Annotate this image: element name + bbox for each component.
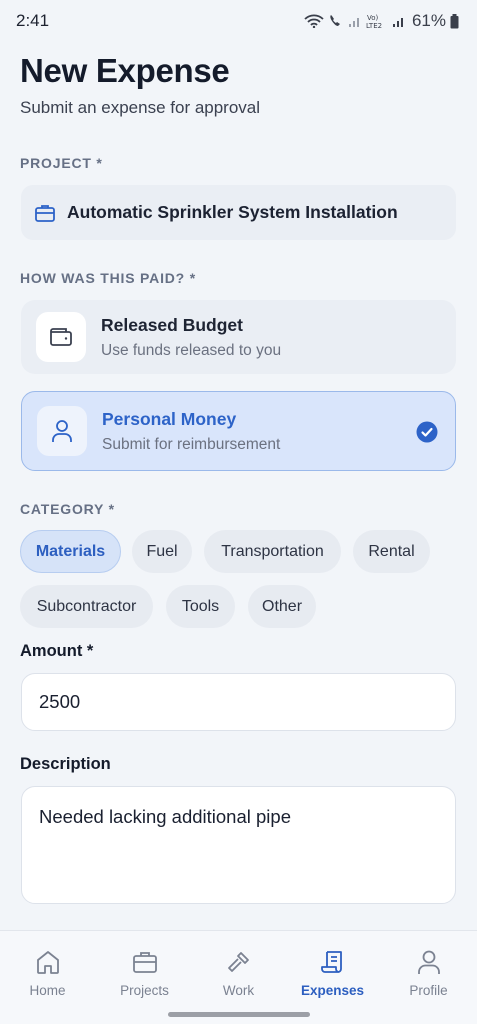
nav-item-expenses[interactable]: Expenses — [285, 949, 380, 998]
svg-text:LTE2: LTE2 — [366, 22, 382, 29]
receipt-icon — [320, 951, 342, 973]
nav-item-profile[interactable]: Profile — [381, 949, 476, 998]
category-chip-other[interactable]: Other — [248, 585, 316, 628]
amount-label: Amount * — [20, 642, 94, 660]
project-selector[interactable]: Automatic Sprinkler System Installation — [21, 185, 456, 240]
payment-option-released-budget[interactable]: Released Budget Use funds released to yo… — [21, 300, 456, 374]
amount-input[interactable]: 2500 — [21, 673, 456, 731]
nav-label: Profile — [409, 983, 448, 998]
payment-option-description: Submit for reimbursement — [102, 435, 281, 453]
page-subtitle: Submit an expense for approval — [20, 98, 261, 117]
payment-option-text: Released Budget Use funds released to yo… — [101, 315, 281, 360]
call-icon — [330, 15, 340, 26]
nav-item-home[interactable]: Home — [0, 949, 95, 998]
check-circle-icon — [416, 421, 438, 443]
project-name: Automatic Sprinkler System Installation — [67, 202, 398, 222]
page-header: New Expense Submit an expense for approv… — [20, 52, 260, 118]
hammer-icon — [227, 952, 249, 972]
payment-option-title: Personal Money — [102, 408, 237, 429]
signal-icon — [348, 18, 359, 27]
nav-item-work[interactable]: Work — [191, 949, 286, 998]
description-label: Description — [20, 755, 111, 773]
briefcase-icon — [132, 952, 157, 973]
battery-level: 61% — [411, 11, 446, 30]
payment-option-title: Released Budget — [101, 314, 243, 335]
description-input[interactable]: Needed lacking additional pipe — [21, 786, 456, 904]
wallet-icon-box — [36, 312, 86, 362]
home-indicator[interactable] — [168, 1012, 310, 1017]
nav-item-projects[interactable]: Projects — [97, 949, 192, 998]
nav-label: Expenses — [300, 983, 365, 998]
category-chip-transportation[interactable]: Transportation — [204, 530, 341, 573]
nav-label: Work — [222, 983, 255, 998]
category-chip-tools[interactable]: Tools — [166, 585, 235, 628]
briefcase-icon — [35, 204, 55, 222]
wallet-icon — [50, 328, 72, 346]
user-icon-box — [37, 406, 87, 456]
payment-option-text: Personal Money Submit for reimbursement — [102, 409, 280, 454]
wifi-icon — [304, 14, 324, 28]
category-chip-fuel[interactable]: Fuel — [132, 530, 192, 573]
category-chip-subcontractor[interactable]: Subcontractor — [20, 585, 153, 628]
status-icons: Vo) LTE2 61% — [304, 11, 459, 31]
page-title: New Expense — [20, 52, 230, 89]
status-time: 2:41 — [16, 11, 50, 30]
category-chip-rental[interactable]: Rental — [353, 530, 430, 573]
nav-label: Home — [29, 983, 66, 998]
bottom-nav: Home Projects Work Expenses Profile — [0, 930, 477, 1024]
payment-option-description: Use funds released to you — [101, 341, 282, 359]
category-chip-materials[interactable]: Materials — [20, 530, 121, 573]
user-icon — [417, 950, 440, 974]
payment-option-personal-money[interactable]: Personal Money Submit for reimbursement — [21, 391, 456, 471]
home-icon — [36, 951, 59, 974]
category-label: CATEGORY * — [20, 501, 115, 517]
signal-icon-2 — [392, 18, 403, 27]
status-bar: 2:41 Vo) LTE2 61% — [0, 0, 477, 42]
volte-icon: Vo)LTE2 — [366, 14, 382, 29]
battery-icon — [450, 13, 459, 28]
project-label: PROJECT * — [20, 155, 103, 171]
svg-text:Vo): Vo) — [367, 14, 379, 22]
payment-label: HOW WAS THIS PAID? * — [20, 270, 196, 286]
nav-label: Projects — [120, 983, 169, 998]
user-icon — [52, 420, 72, 442]
